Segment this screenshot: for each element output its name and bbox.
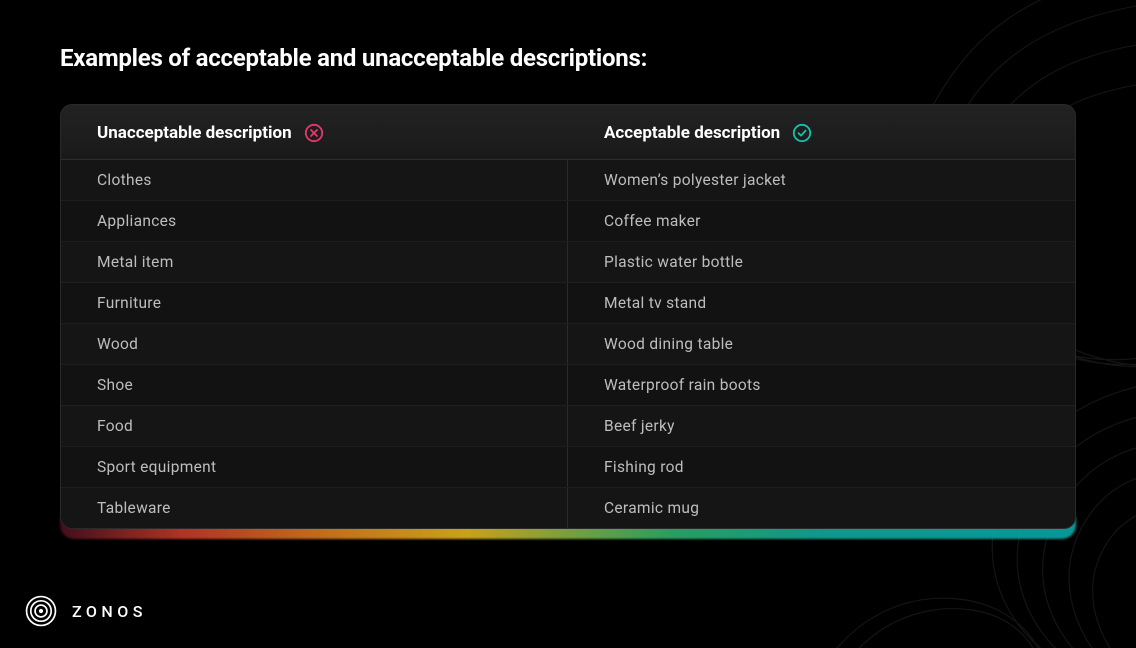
table-row: FoodBeef jerky xyxy=(61,405,1075,446)
table-header-row: Unacceptable description Acceptable desc… xyxy=(61,105,1075,160)
table-body: ClothesWomen’s polyester jacketAppliance… xyxy=(61,160,1075,528)
cell-unacceptable: Sport equipment xyxy=(61,447,568,487)
table-row: TablewareCeramic mug xyxy=(61,487,1075,528)
cell-acceptable: Waterproof rain boots xyxy=(568,365,1075,405)
column-header-unacceptable: Unacceptable description xyxy=(61,123,568,143)
cell-unacceptable: Appliances xyxy=(61,201,568,241)
x-circle-icon xyxy=(304,123,324,143)
column-header-acceptable: Acceptable description xyxy=(568,123,1075,143)
cell-unacceptable: Shoe xyxy=(61,365,568,405)
cell-acceptable: Wood dining table xyxy=(568,324,1075,364)
cell-acceptable: Coffee maker xyxy=(568,201,1075,241)
examples-card-wrap: Unacceptable description Acceptable desc… xyxy=(60,104,1076,529)
cell-unacceptable: Wood xyxy=(61,324,568,364)
cell-unacceptable: Metal item xyxy=(61,242,568,282)
check-circle-icon xyxy=(792,123,812,143)
table-row: AppliancesCoffee maker xyxy=(61,200,1075,241)
brand-name: ZONOS xyxy=(72,602,147,621)
cell-unacceptable: Tableware xyxy=(61,488,568,528)
cell-acceptable: Beef jerky xyxy=(568,406,1075,446)
cell-acceptable: Women’s polyester jacket xyxy=(568,160,1075,200)
cell-acceptable: Plastic water bottle xyxy=(568,242,1075,282)
table-row: Sport equipmentFishing rod xyxy=(61,446,1075,487)
cell-unacceptable: Furniture xyxy=(61,283,568,323)
page-title: Examples of acceptable and unacceptable … xyxy=(60,44,647,72)
table-row: FurnitureMetal tv stand xyxy=(61,282,1075,323)
cell-acceptable: Fishing rod xyxy=(568,447,1075,487)
brand-mark-icon xyxy=(24,594,58,628)
table-row: ShoeWaterproof rain boots xyxy=(61,364,1075,405)
column-header-unacceptable-label: Unacceptable description xyxy=(97,123,292,143)
cell-unacceptable: Clothes xyxy=(61,160,568,200)
column-header-acceptable-label: Acceptable description xyxy=(604,123,780,143)
brand-logo: ZONOS xyxy=(24,594,147,628)
table-row: Metal itemPlastic water bottle xyxy=(61,241,1075,282)
examples-card: Unacceptable description Acceptable desc… xyxy=(60,104,1076,529)
cell-acceptable: Ceramic mug xyxy=(568,488,1075,528)
cell-acceptable: Metal tv stand xyxy=(568,283,1075,323)
table-row: ClothesWomen’s polyester jacket xyxy=(61,160,1075,200)
cell-unacceptable: Food xyxy=(61,406,568,446)
table-row: WoodWood dining table xyxy=(61,323,1075,364)
